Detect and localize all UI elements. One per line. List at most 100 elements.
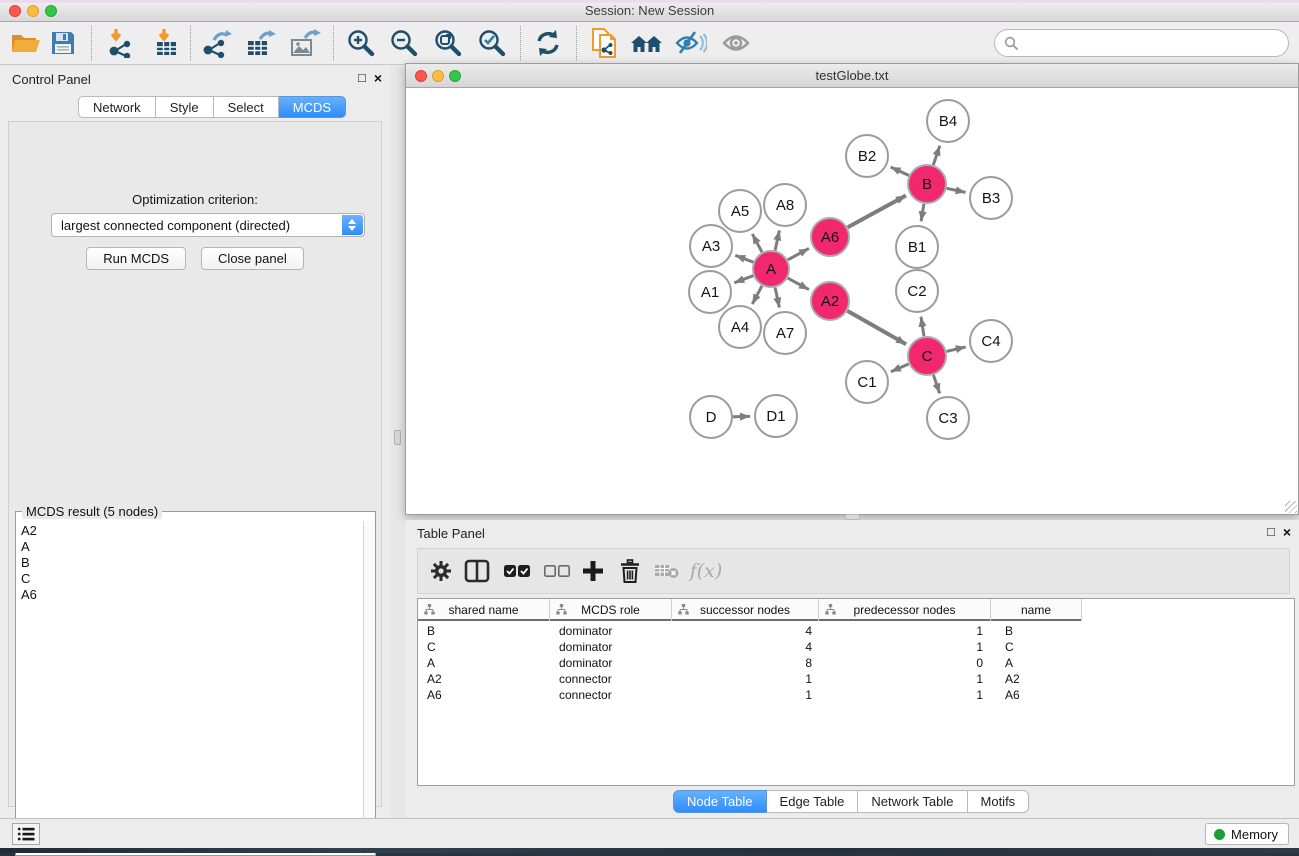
- graph-node-B4[interactable]: B4: [927, 100, 969, 142]
- close-panel-icon[interactable]: ×: [374, 70, 382, 86]
- table-row[interactable]: Cdominator41C: [418, 639, 1294, 655]
- select-all-icon[interactable]: [502, 556, 532, 586]
- add-column-icon[interactable]: [578, 556, 608, 586]
- table-row[interactable]: A6connector11A6: [418, 687, 1294, 703]
- graph-edge-A6-B[interactable]: [848, 196, 906, 228]
- graph-edge-A2-C[interactable]: [847, 311, 906, 344]
- table-cell[interactable]: dominator: [550, 655, 672, 671]
- graph-edge-C-C2[interactable]: [921, 317, 924, 337]
- table-cell[interactable]: 4: [672, 623, 819, 639]
- graph-node-B1[interactable]: B1: [896, 226, 938, 268]
- vertical-splitter-handle[interactable]: [394, 430, 401, 445]
- graph-node-B[interactable]: B: [908, 165, 946, 203]
- float-table-panel-icon[interactable]: □: [1267, 524, 1275, 540]
- table-cell[interactable]: 1: [819, 623, 991, 639]
- graph-edge-A-A3[interactable]: [735, 255, 753, 262]
- graph-node-C1[interactable]: C1: [846, 361, 888, 403]
- eye-icon[interactable]: [719, 26, 753, 60]
- graph-node-C3[interactable]: C3: [927, 397, 969, 439]
- graph-node-A3[interactable]: A3: [690, 225, 732, 267]
- result-list-item[interactable]: C: [17, 571, 362, 587]
- settings-gear-icon[interactable]: [426, 556, 456, 586]
- home-icon[interactable]: [630, 26, 664, 60]
- delete-column-icon[interactable]: [615, 556, 645, 586]
- run-mcds-button[interactable]: Run MCDS: [86, 247, 186, 270]
- import-table-icon[interactable]: [150, 26, 184, 60]
- graph-node-D[interactable]: D: [690, 396, 732, 438]
- table-cell[interactable]: 1: [819, 639, 991, 655]
- graph-edge-C-C1[interactable]: [891, 364, 909, 372]
- memory-button[interactable]: Memory: [1205, 823, 1289, 845]
- zoom-selected-icon[interactable]: [475, 26, 509, 60]
- graph-edge-B-B2[interactable]: [891, 167, 909, 176]
- zoom-in-icon[interactable]: [344, 26, 378, 60]
- column-header[interactable]: MCDS role: [550, 599, 672, 621]
- graph-edge-B-B4[interactable]: [933, 146, 940, 165]
- graph-node-A5[interactable]: A5: [719, 190, 761, 232]
- graph-node-B2[interactable]: B2: [846, 135, 888, 177]
- save-icon[interactable]: [46, 26, 80, 60]
- tab-edge-table[interactable]: Edge Table: [767, 790, 859, 813]
- tab-mcds[interactable]: MCDS: [279, 96, 346, 118]
- table-cell[interactable]: A2: [991, 671, 1082, 687]
- tab-select[interactable]: Select: [214, 96, 279, 118]
- graph-node-A[interactable]: A: [753, 251, 789, 287]
- tab-network-table[interactable]: Network Table: [858, 790, 967, 813]
- table-cell[interactable]: 4: [672, 639, 819, 655]
- table-row[interactable]: Bdominator41B: [418, 623, 1294, 639]
- table-cell[interactable]: connector: [550, 671, 672, 687]
- export-table-icon[interactable]: [244, 26, 278, 60]
- table-cell[interactable]: A: [418, 655, 550, 671]
- tab-network[interactable]: Network: [78, 96, 156, 118]
- result-list-item[interactable]: A6: [17, 587, 362, 603]
- graph-edge-A-A2[interactable]: [788, 278, 809, 290]
- table-cell[interactable]: A2: [418, 671, 550, 687]
- float-panel-icon[interactable]: □: [358, 70, 366, 86]
- table-cell[interactable]: 1: [672, 687, 819, 703]
- result-list-item[interactable]: B: [17, 555, 362, 571]
- result-list-item[interactable]: A: [17, 539, 362, 555]
- zoom-out-icon[interactable]: [387, 26, 421, 60]
- table-cell[interactable]: C: [991, 639, 1082, 655]
- table-cell[interactable]: A: [991, 655, 1082, 671]
- graph-node-D1[interactable]: D1: [755, 395, 797, 437]
- split-columns-icon[interactable]: [462, 556, 492, 586]
- tab-style[interactable]: Style: [156, 96, 214, 118]
- refresh-icon[interactable]: [531, 26, 565, 60]
- graph-edge-A-A7[interactable]: [775, 288, 779, 308]
- graph-edge-A-A4[interactable]: [752, 286, 762, 304]
- tab-node-table[interactable]: Node Table: [673, 790, 767, 813]
- close-panel-button[interactable]: Close panel: [201, 247, 304, 270]
- graph-node-A2[interactable]: A2: [811, 282, 849, 320]
- column-header[interactable]: name: [991, 599, 1082, 621]
- hide-panel-icon[interactable]: [674, 26, 708, 60]
- search-input[interactable]: [1024, 36, 1288, 51]
- delete-table-icon[interactable]: [652, 556, 682, 586]
- task-history-button[interactable]: [12, 823, 40, 845]
- column-header[interactable]: predecessor nodes: [819, 599, 991, 621]
- function-builder-icon[interactable]: f(x): [691, 556, 721, 586]
- column-header[interactable]: successor nodes: [672, 599, 819, 621]
- graph-edge-C-C4[interactable]: [947, 347, 966, 352]
- table-cell[interactable]: A6: [991, 687, 1082, 703]
- open-folder-icon[interactable]: [8, 26, 42, 60]
- result-list-item[interactable]: A2: [17, 523, 362, 539]
- table-cell[interactable]: dominator: [550, 623, 672, 639]
- deselect-all-icon[interactable]: [542, 556, 572, 586]
- close-table-panel-icon[interactable]: ×: [1283, 524, 1291, 540]
- graph-node-A6[interactable]: A6: [811, 218, 849, 256]
- table-cell[interactable]: 1: [819, 687, 991, 703]
- table-cell[interactable]: dominator: [550, 639, 672, 655]
- tab-motifs[interactable]: Motifs: [968, 790, 1030, 813]
- graph-edge-B-B1[interactable]: [921, 204, 924, 222]
- network-canvas-svg[interactable]: AA1A3A4A5A7A8A6A2BB1B2B3B4CC1C2C3C4DD1: [406, 88, 1298, 514]
- table-row[interactable]: Adominator80A: [418, 655, 1294, 671]
- import-network-icon[interactable]: [103, 26, 137, 60]
- export-image-icon[interactable]: [288, 26, 322, 60]
- table-cell[interactable]: B: [418, 623, 550, 639]
- graph-node-A8[interactable]: A8: [764, 184, 806, 226]
- column-header[interactable]: shared name: [418, 599, 550, 621]
- table-cell[interactable]: 1: [819, 671, 991, 687]
- table-cell[interactable]: 8: [672, 655, 819, 671]
- network-from-file-icon[interactable]: [588, 26, 622, 60]
